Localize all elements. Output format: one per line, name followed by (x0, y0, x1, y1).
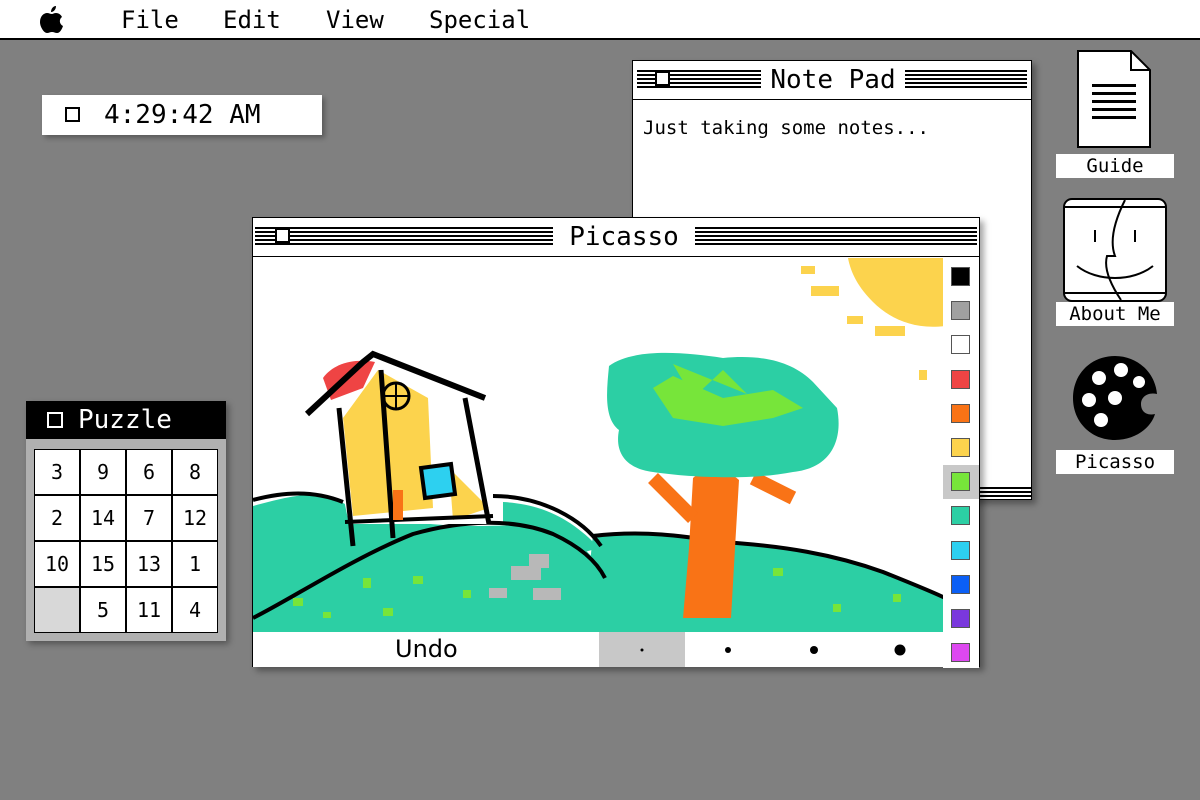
puzzle-grid: 3 9 6 8 2 14 7 12 10 15 13 1 5 11 4 (34, 449, 218, 633)
color-swatch[interactable] (951, 643, 970, 663)
color-swatch[interactable] (951, 438, 970, 457)
brush-dot-icon (810, 645, 818, 654)
color-swatch[interactable] (951, 335, 970, 355)
puzzle-tile[interactable]: 1 (172, 541, 218, 587)
picasso-window: Picasso Undo (252, 217, 980, 668)
color-swatch[interactable] (951, 506, 970, 526)
color-swatch[interactable] (951, 267, 970, 286)
puzzle-tile[interactable]: 14 (80, 495, 126, 541)
puzzle-title-bar[interactable]: Puzzle (26, 401, 226, 439)
color-swatch[interactable] (951, 472, 970, 492)
undo-button[interactable]: Undo (395, 632, 458, 667)
drawing-canvas[interactable] (253, 258, 945, 632)
puzzle-tile[interactable]: 12 (172, 495, 218, 541)
color-swatch[interactable] (951, 403, 970, 423)
puzzle-window: Puzzle 3 9 6 8 2 14 7 12 10 15 13 1 5 11 4 (26, 401, 226, 641)
puzzle-tile[interactable]: 10 (34, 541, 80, 587)
desktop-icon-label: Guide (1056, 154, 1174, 178)
brush-dot-icon (640, 648, 644, 651)
puzzle-tile[interactable]: 15 (80, 541, 126, 587)
picasso-title: Picasso (553, 218, 695, 256)
menu-view[interactable]: View (326, 6, 384, 34)
clock-close-box[interactable] (65, 107, 80, 122)
happy-mac-icon (1063, 198, 1167, 302)
brush-size-small[interactable] (685, 632, 771, 667)
puzzle-tile[interactable]: 7 (126, 495, 172, 541)
desktop-icon-label: About Me (1056, 302, 1174, 326)
color-swatch[interactable] (951, 609, 970, 628)
puzzle-tile[interactable]: 4 (172, 587, 218, 633)
notepad-title: Note Pad (761, 61, 905, 99)
puzzle-tile[interactable]: 5 (80, 587, 126, 633)
menu-bar: File Edit View Special (0, 0, 1200, 40)
menu-edit[interactable]: Edit (223, 6, 281, 34)
brush-size-large[interactable] (857, 632, 943, 667)
drawing-artwork (253, 258, 945, 632)
menu-special[interactable]: Special (429, 6, 530, 34)
apple-menu-icon[interactable] (36, 5, 66, 35)
menu-file[interactable]: File (121, 6, 179, 34)
picasso-toolbar: Undo (253, 632, 945, 667)
color-swatch[interactable] (951, 301, 970, 321)
notepad-close-box[interactable] (655, 71, 670, 86)
puzzle-tile[interactable]: 2 (34, 495, 80, 541)
puzzle-tile[interactable]: 8 (172, 449, 218, 495)
clock-time: 4:29:42 AM (104, 100, 261, 130)
color-swatch[interactable] (951, 574, 970, 594)
puzzle-title: Puzzle (78, 405, 172, 435)
puzzle-tile[interactable]: 13 (126, 541, 172, 587)
puzzle-close-box[interactable] (47, 412, 63, 428)
palette-icon (1073, 356, 1157, 440)
brush-size-medium[interactable] (771, 632, 857, 667)
picasso-close-box[interactable] (275, 228, 290, 243)
brush-size-extra-small[interactable] (599, 632, 685, 667)
color-swatch[interactable] (951, 540, 970, 560)
desktop-icon-label: Picasso (1056, 450, 1174, 474)
color-swatch[interactable] (951, 369, 970, 389)
puzzle-tile[interactable]: 9 (80, 449, 126, 495)
brush-dot-icon (725, 646, 731, 653)
puzzle-empty-slot[interactable] (34, 587, 80, 633)
notepad-title-bar[interactable]: Note Pad (633, 61, 1031, 100)
clock-widget: 4:29:42 AM (42, 95, 322, 135)
color-palette (943, 258, 979, 668)
picasso-title-bar[interactable]: Picasso (253, 218, 979, 257)
puzzle-tile[interactable]: 3 (34, 449, 80, 495)
puzzle-tile[interactable]: 6 (126, 449, 172, 495)
document-icon (1077, 50, 1151, 148)
notepad-text[interactable]: Just taking some notes... (643, 117, 929, 139)
brush-dot-icon (894, 644, 906, 655)
puzzle-tile[interactable]: 11 (126, 587, 172, 633)
